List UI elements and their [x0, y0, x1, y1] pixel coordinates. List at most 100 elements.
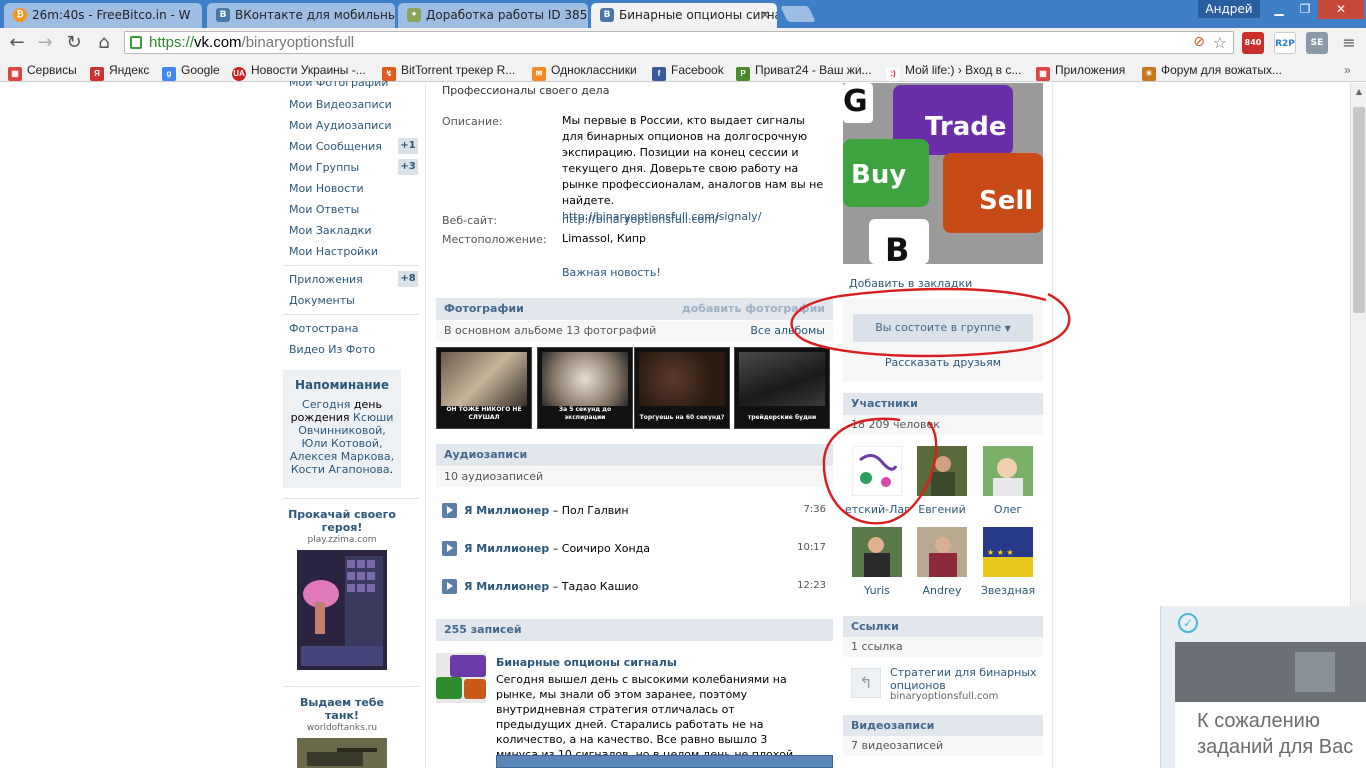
browser-tab-binary-options[interactable]: В Бинарные опционы сигна ✕: [591, 3, 777, 28]
audio-title[interactable]: Аудиозаписи: [444, 448, 527, 461]
ad-title[interactable]: Выдаем тебе танк!: [283, 696, 401, 722]
menu-applications[interactable]: Приложения: [289, 273, 363, 286]
home-icon[interactable]: ⌂: [93, 32, 115, 54]
menu-my-messages[interactable]: Мои Сообщения: [289, 140, 382, 153]
news-link-text[interactable]: Важная новость!: [562, 266, 661, 279]
new-tab-button[interactable]: [780, 6, 816, 22]
track-artist[interactable]: Я Миллионер: [464, 542, 549, 555]
ad-title[interactable]: Прокачай своего героя!: [283, 508, 401, 534]
address-bar[interactable]: https://vk.com/binaryoptionsfull ⊘ ☆: [124, 31, 1234, 54]
member-name[interactable]: Yuris: [845, 584, 909, 597]
star-icon[interactable]: ☆: [1213, 33, 1227, 52]
menu-my-news[interactable]: Мои Новости: [289, 182, 364, 195]
track-artist[interactable]: Я Миллионер: [464, 504, 549, 517]
check-circle-icon[interactable]: ✓: [1178, 613, 1198, 633]
member-name[interactable]: Звездная: [976, 584, 1040, 597]
menu-my-audio[interactable]: Мои Аудиозаписи: [289, 119, 392, 132]
messages-badge[interactable]: +1: [398, 138, 418, 154]
post-author-avatar[interactable]: [436, 653, 486, 703]
bookmark-forum[interactable]: ☀ Форум для вожатых...: [1142, 62, 1282, 81]
bookmark-facebook[interactable]: f Facebook: [652, 62, 724, 81]
play-icon[interactable]: [442, 503, 457, 518]
post-table-image[interactable]: [496, 755, 833, 768]
se-extension-icon[interactable]: SE: [1306, 32, 1328, 54]
audio-track[interactable]: Я Миллионер – Соичиро Хонда 10:17: [442, 540, 826, 558]
menu-my-settings[interactable]: Мои Настройки: [289, 245, 378, 258]
link-title[interactable]: Стратегии для бинарных опционов: [890, 666, 1040, 692]
notification-line2: заданий для Вас: [1197, 736, 1354, 758]
reminder-today-link[interactable]: Сегодня: [302, 398, 350, 411]
forward-icon[interactable]: →: [34, 32, 56, 54]
scrollbar-thumb[interactable]: [1353, 107, 1365, 313]
bookmark-google[interactable]: g Google: [162, 62, 220, 81]
photos-title[interactable]: Фотографии: [444, 302, 524, 315]
photo-thumb[interactable]: За 5 секунд до экспирации: [537, 347, 633, 429]
play-icon[interactable]: [442, 579, 457, 594]
menu-my-answers[interactable]: Мои Ответы: [289, 203, 359, 216]
menu-fotostrana[interactable]: Фотострана: [289, 322, 358, 335]
videos-title[interactable]: Видеозаписи: [851, 719, 934, 732]
back-icon[interactable]: ←: [6, 32, 28, 54]
bookmark-my-life[interactable]: :) Мой life:) › Вход в с...: [886, 62, 1021, 81]
videos-header[interactable]: Видеозаписи: [843, 715, 1043, 737]
menu-icon[interactable]: ≡: [1338, 32, 1360, 54]
ad-zzima[interactable]: Прокачай своего героя! play.zzima.com: [283, 508, 401, 673]
mail-extension-icon[interactable]: 840: [1242, 32, 1264, 54]
audio-track[interactable]: Я Миллионер – Тадао Кашио 12:23: [442, 578, 826, 596]
bookmark-yandex[interactable]: Я Яндекс: [90, 62, 149, 81]
tab-title: 26m:40s - FreeBitco.in - W: [32, 8, 191, 22]
google-icon: g: [162, 67, 176, 81]
profile-user-badge[interactable]: Андрей: [1198, 0, 1260, 18]
more-bookmarks-icon[interactable]: »: [1344, 62, 1351, 78]
member-name[interactable]: Andrey: [910, 584, 974, 597]
groups-badge[interactable]: +3: [398, 159, 418, 175]
ad-tank-image[interactable]: [297, 738, 387, 768]
audio-header[interactable]: Аудиозаписи: [436, 444, 833, 466]
applications-badge[interactable]: +8: [398, 271, 418, 287]
browser-tab-freebitco[interactable]: ₿ 26m:40s - FreeBitco.in - W: [4, 3, 202, 28]
bookmark-label: Форум для вожатых...: [1161, 63, 1282, 77]
links-header[interactable]: Ссылки: [843, 616, 1043, 638]
photos-header[interactable]: Фотографии добавить фотографии: [436, 298, 833, 320]
photo-thumb[interactable]: ОН ТОЖЕ НИКОГО НЕ СЛУШАЛ: [436, 347, 532, 429]
forum-icon: ☀: [1142, 67, 1156, 81]
close-window-icon[interactable]: ✕: [1318, 0, 1364, 19]
r2p-extension-icon[interactable]: R2P: [1274, 32, 1296, 54]
website-link[interactable]: http://binaryoptionsfull.com/: [562, 212, 828, 228]
ad-game-image[interactable]: [297, 550, 387, 670]
close-tab-icon[interactable]: ✕: [760, 3, 770, 27]
important-news-link[interactable]: Важная новость!: [562, 265, 828, 281]
scroll-up-icon[interactable]: ▲: [1351, 85, 1366, 99]
audio-track[interactable]: Я Миллионер – Пол Галвин 7:36: [442, 502, 826, 520]
bookmark-news-ukraine[interactable]: UA Новости Украины -...: [232, 62, 366, 81]
menu-documents[interactable]: Документы: [289, 294, 355, 307]
bookmark-odnoklassniki[interactable]: ✉ Одноклассники: [532, 62, 637, 81]
group-cover-image[interactable]: G Trade Buy Sell B: [843, 83, 1043, 264]
wall-header[interactable]: 255 записей: [436, 619, 833, 641]
bookmark-bittorrent[interactable]: ↯ BitTorrent трекер R...: [382, 62, 515, 81]
reload-icon[interactable]: ↻: [63, 32, 85, 54]
menu-my-groups[interactable]: Мои Группы: [289, 161, 359, 174]
post-author-name[interactable]: Бинарные опционы сигналы: [496, 656, 677, 669]
bookmark-services[interactable]: ▦ Сервисы: [8, 62, 77, 81]
bookmark-privat24[interactable]: P Приват24 - Ваш жи...: [736, 62, 872, 81]
links-title[interactable]: Ссылки: [851, 620, 899, 633]
menu-video-from-photo[interactable]: Видео Из Фото: [289, 343, 375, 356]
bookmark-apps[interactable]: ▦ Приложения: [1036, 62, 1125, 81]
browser-tab-vk-mobile[interactable]: В ВКонтакте для мобильны: [207, 3, 395, 28]
menu-my-photos[interactable]: Мои Фотографии: [289, 81, 388, 90]
track-artist[interactable]: Я Миллионер: [464, 580, 549, 593]
play-icon[interactable]: [442, 541, 457, 556]
browser-tab-dorabotka[interactable]: ✦ Доработка работы ID 385: [398, 3, 588, 28]
maximize-icon[interactable]: ❐: [1292, 0, 1318, 19]
menu-my-videos[interactable]: Мои Видеозаписи: [289, 98, 392, 111]
menu-my-bookmarks[interactable]: Мои Закладки: [289, 224, 371, 237]
photo-thumb[interactable]: Торгуешь на 60 секунд?: [634, 347, 730, 429]
blocked-icon[interactable]: ⊘: [1193, 34, 1205, 50]
link-arrow-icon[interactable]: ↰: [851, 668, 881, 698]
menu-separator: [283, 265, 419, 266]
wall-count[interactable]: 255 записей: [444, 623, 522, 636]
minimize-icon[interactable]: ▁: [1266, 0, 1292, 19]
website-url[interactable]: http://binaryoptionsfull.com/: [562, 213, 719, 226]
ad-worldoftanks[interactable]: Выдаем тебе танк! worldoftanks.ru: [283, 696, 401, 768]
